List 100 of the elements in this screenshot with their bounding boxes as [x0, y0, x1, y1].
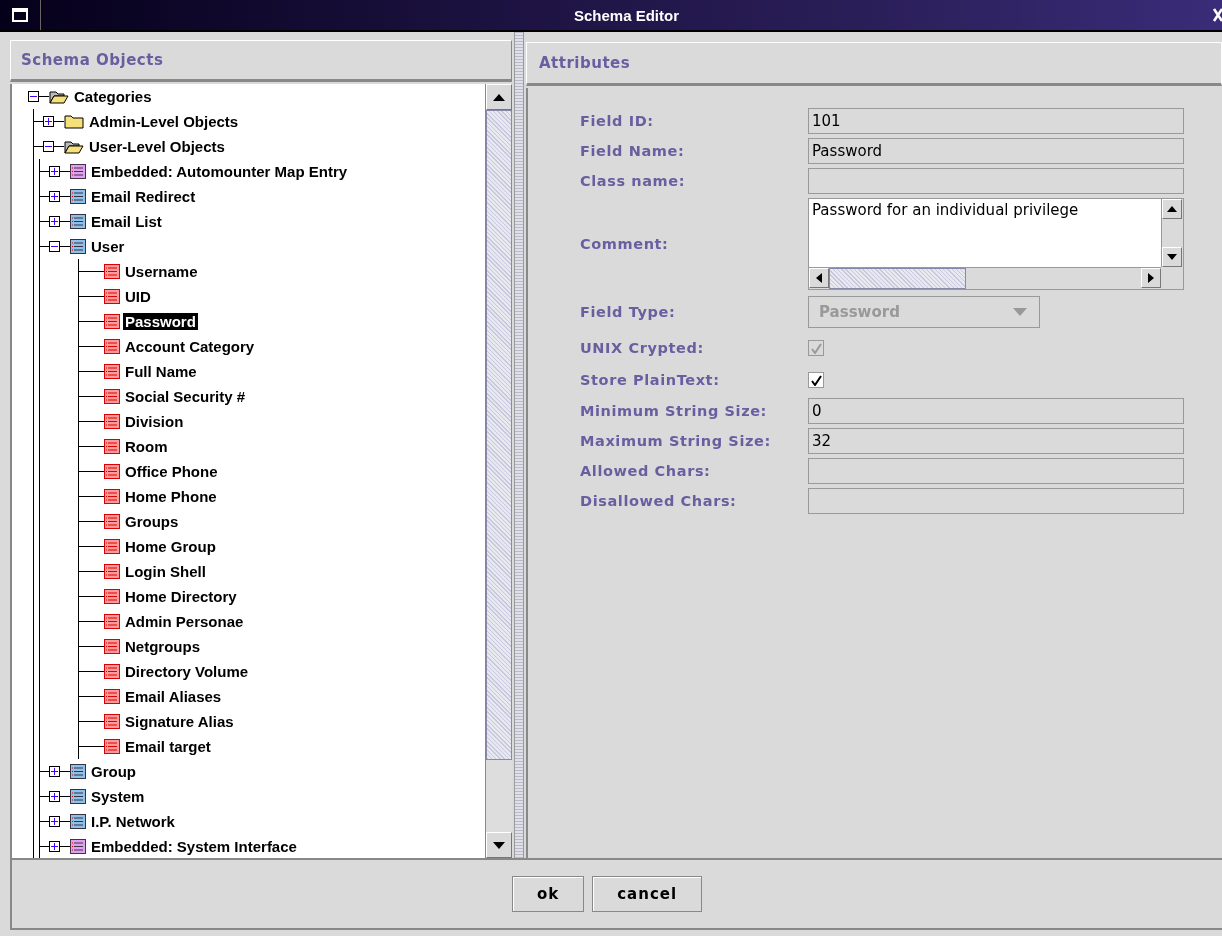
- field-icon: [104, 464, 120, 479]
- tree-item[interactable]: Room: [123, 438, 170, 455]
- text-field[interactable]: 101: [808, 108, 1184, 134]
- field-icon: [104, 289, 120, 304]
- field-icon: [104, 439, 120, 454]
- list-icon: [70, 239, 86, 254]
- field-icon: [104, 264, 120, 279]
- splitter-handle[interactable]: [514, 32, 524, 858]
- field-icon: [104, 489, 120, 504]
- tree-item[interactable]: Categories: [72, 88, 154, 105]
- vertical-scrollbar[interactable]: [485, 84, 512, 858]
- tree-item[interactable]: Home Group: [123, 538, 218, 555]
- tree-item[interactable]: I.P. Network: [89, 813, 177, 830]
- expand-toggle[interactable]: [49, 791, 60, 802]
- tree-item[interactable]: Login Shell: [123, 563, 208, 580]
- expand-toggle[interactable]: [49, 816, 60, 827]
- field-label: UNIX Crypted:: [580, 340, 705, 356]
- ok-button[interactable]: ok: [511, 876, 585, 912]
- field-label: Field Type:: [580, 304, 677, 320]
- tree-item[interactable]: Home Directory: [123, 588, 239, 605]
- list-icon: [70, 789, 86, 804]
- tree-item[interactable]: Email List: [89, 213, 164, 230]
- tree-item[interactable]: Full Name: [123, 363, 199, 380]
- text-field[interactable]: 32: [808, 428, 1184, 454]
- cancel-button[interactable]: cancel: [592, 876, 703, 912]
- tree-item[interactable]: Password: [123, 313, 198, 330]
- field-icon: [104, 514, 120, 529]
- tree-item[interactable]: User-Level Objects: [87, 138, 227, 155]
- field-icon: [104, 339, 120, 354]
- text-field[interactable]: [808, 488, 1184, 514]
- field-icon: [104, 739, 120, 754]
- text-field[interactable]: Password: [808, 138, 1184, 164]
- checkbox[interactable]: [808, 372, 824, 388]
- expand-toggle[interactable]: [49, 841, 60, 852]
- dropdown-arrow-icon: [1013, 308, 1027, 316]
- tree-item[interactable]: Directory Volume: [123, 663, 251, 680]
- text-field[interactable]: 0: [808, 398, 1184, 424]
- expand-toggle[interactable]: [49, 766, 60, 777]
- expand-toggle[interactable]: [49, 166, 60, 177]
- tree-item[interactable]: Embedded: Automounter Map Entry: [89, 163, 350, 180]
- field-icon: [104, 714, 120, 729]
- tree-item[interactable]: Username: [123, 263, 200, 280]
- list-icon: [70, 814, 86, 829]
- tree-item[interactable]: Netgroups: [123, 638, 202, 655]
- scroll-down-icon[interactable]: [493, 841, 505, 849]
- expand-toggle[interactable]: [49, 216, 60, 227]
- field-icon: [104, 564, 120, 579]
- expand-toggle[interactable]: [43, 116, 54, 127]
- field-label: Field Name:: [580, 143, 686, 159]
- tree-item[interactable]: User: [89, 238, 127, 255]
- tree-item[interactable]: Groups: [123, 513, 181, 530]
- vertical-scrollbar[interactable]: [1161, 199, 1183, 267]
- tree-item[interactable]: Division: [123, 413, 186, 430]
- expand-toggle[interactable]: [49, 241, 60, 252]
- expand-toggle[interactable]: [28, 91, 39, 102]
- tree-item[interactable]: Email target: [123, 738, 213, 755]
- tree-item[interactable]: UID: [123, 288, 153, 305]
- window-menu-icon[interactable]: [12, 8, 28, 22]
- list-icon: [70, 214, 86, 229]
- tree-item[interactable]: Embedded: System Interface: [89, 838, 299, 855]
- text-field[interactable]: [808, 168, 1184, 194]
- panel-header: Schema Objects: [10, 40, 512, 82]
- tree-item[interactable]: Admin Personae: [123, 613, 246, 630]
- field-icon: [104, 389, 120, 404]
- field-label: Class name:: [580, 173, 687, 189]
- tree-item[interactable]: Office Phone: [123, 463, 220, 480]
- comment-text-area[interactable]: Password for an individual privilege: [808, 198, 1184, 290]
- close-icon[interactable]: [1212, 7, 1222, 23]
- tree-item[interactable]: Home Phone: [123, 488, 219, 505]
- expand-toggle[interactable]: [49, 191, 60, 202]
- panel-header: Attributes: [526, 42, 1222, 86]
- tree-item[interactable]: System: [89, 788, 147, 805]
- scroll-down-icon[interactable]: [1167, 254, 1177, 260]
- field-label: Disallowed Chars:: [580, 493, 738, 509]
- text-field[interactable]: [808, 458, 1184, 484]
- tree-item[interactable]: Account Category: [123, 338, 257, 355]
- field-icon: [104, 639, 120, 654]
- scroll-left-icon[interactable]: [816, 273, 822, 283]
- field-icon: [104, 364, 120, 379]
- field-icon: [104, 614, 120, 629]
- tree-item[interactable]: Signature Alias: [123, 713, 236, 730]
- field-label: Allowed Chars:: [580, 463, 712, 479]
- field-icon: [104, 539, 120, 554]
- field-icon: [104, 589, 120, 604]
- tree-item[interactable]: Admin-Level Objects: [87, 113, 241, 130]
- tree-item[interactable]: Email Redirect: [89, 188, 198, 205]
- field-label: Maximum String Size:: [580, 433, 772, 449]
- embedded-list-icon: [70, 164, 86, 179]
- field-label: Comment:: [580, 236, 670, 252]
- tree-item[interactable]: Social Security #: [123, 388, 248, 405]
- window-title: Schema Editor: [573, 6, 680, 24]
- scroll-up-icon[interactable]: [493, 93, 505, 101]
- tree-item[interactable]: Email Aliases: [123, 688, 224, 705]
- horizontal-scrollbar[interactable]: [809, 267, 1161, 289]
- scroll-up-icon[interactable]: [1167, 206, 1177, 212]
- tree-item[interactable]: Group: [89, 763, 138, 780]
- expand-toggle[interactable]: [43, 141, 54, 152]
- scroll-right-icon[interactable]: [1148, 273, 1154, 283]
- field-icon: [104, 689, 120, 704]
- field-icon: [104, 314, 120, 329]
